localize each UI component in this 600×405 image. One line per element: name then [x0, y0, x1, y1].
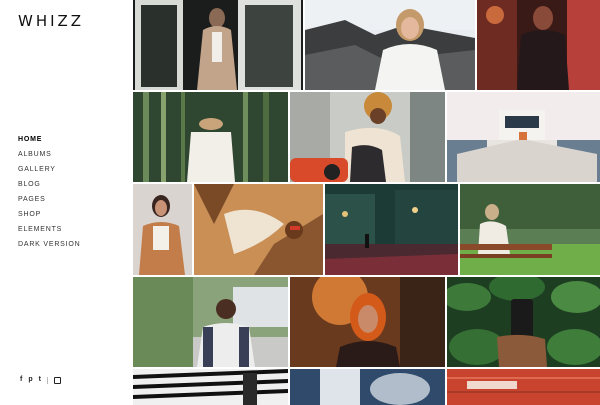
- photo-tile[interactable]: [477, 0, 600, 90]
- nav-item-shop[interactable]: SHOP: [18, 210, 81, 225]
- photo-tile[interactable]: [460, 184, 600, 275]
- photo-tile[interactable]: [290, 92, 445, 182]
- photo-grid: [133, 0, 600, 405]
- main-nav: HOME ALBUMS GALLERY BLOG PAGES SHOP ELEM…: [18, 135, 81, 255]
- brand-logo[interactable]: WHIZZ: [18, 12, 84, 30]
- nav-item-gallery[interactable]: GALLERY: [18, 165, 81, 180]
- photo-tile[interactable]: [133, 92, 288, 182]
- social-links: f p t: [20, 376, 67, 384]
- shopping-bag-icon[interactable]: [53, 376, 61, 384]
- photo-tile[interactable]: [447, 277, 600, 367]
- pinterest-icon[interactable]: p: [28, 376, 32, 384]
- photo-tile[interactable]: [325, 184, 458, 275]
- sidebar: WHIZZ HOME ALBUMS GALLERY BLOG PAGES SHO…: [0, 0, 133, 405]
- nav-item-dark-version[interactable]: DARK VERSION: [18, 240, 81, 255]
- photo-tile[interactable]: [447, 369, 600, 405]
- photo-tile[interactable]: [194, 184, 323, 275]
- photo-tile[interactable]: [290, 369, 445, 405]
- photo-tile[interactable]: [133, 184, 192, 275]
- nav-item-pages[interactable]: PAGES: [18, 195, 81, 210]
- nav-item-elements[interactable]: ELEMENTS: [18, 225, 81, 240]
- nav-item-blog[interactable]: BLOG: [18, 180, 81, 195]
- photo-tile[interactable]: [447, 92, 600, 182]
- photo-tile[interactable]: [133, 0, 303, 90]
- photo-tile[interactable]: [305, 0, 475, 90]
- facebook-icon[interactable]: f: [20, 376, 22, 384]
- nav-item-albums[interactable]: ALBUMS: [18, 150, 81, 165]
- photo-tile[interactable]: [133, 277, 288, 367]
- twitter-icon[interactable]: t: [39, 376, 41, 384]
- photo-tile[interactable]: [133, 369, 288, 405]
- nav-item-home[interactable]: HOME: [18, 135, 81, 150]
- social-divider: [46, 376, 48, 384]
- photo-tile[interactable]: [290, 277, 445, 367]
